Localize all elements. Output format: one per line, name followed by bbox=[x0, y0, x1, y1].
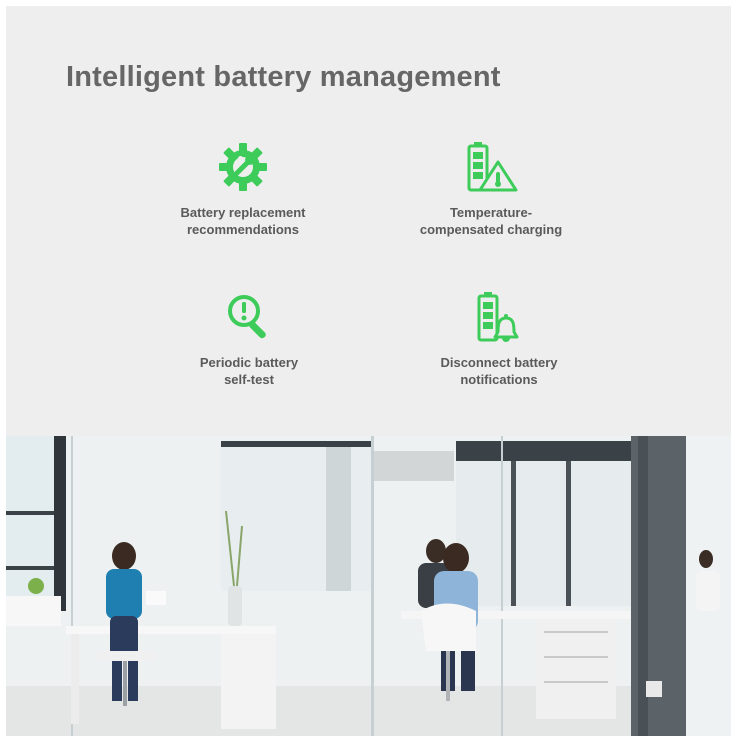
magnifier-alert-icon bbox=[228, 295, 266, 339]
feature-label-line2: self-test bbox=[224, 372, 274, 387]
feature-periodic-self-test: Periodic battery self-test bbox=[149, 290, 349, 388]
gear-wrench-icon bbox=[219, 143, 267, 191]
feature-label-line1: Disconnect battery bbox=[440, 355, 558, 370]
feature-label-line1: Battery replacement bbox=[180, 205, 306, 220]
feature-label-line2: compensated charging bbox=[419, 222, 563, 237]
feature-label-line1: Temperature- bbox=[449, 205, 533, 220]
feature-temperature-charging: Temperature- compensated charging bbox=[391, 140, 591, 238]
battery-warning-icon bbox=[467, 142, 518, 192]
battery-bell-icon bbox=[477, 292, 519, 342]
page-title: Intelligent battery management bbox=[66, 61, 501, 93]
feature-label-line2: notifications bbox=[460, 372, 538, 387]
feature-panel: Intelligent battery management Battery r… bbox=[6, 6, 731, 436]
feature-disconnect-notifications: Disconnect battery notifications bbox=[399, 290, 599, 388]
feature-label-line2: recommendations bbox=[187, 222, 299, 237]
office-photo bbox=[6, 436, 731, 736]
feature-label-line1: Periodic battery bbox=[199, 355, 299, 370]
feature-battery-replacement: Battery replacement recommendations bbox=[143, 140, 343, 238]
